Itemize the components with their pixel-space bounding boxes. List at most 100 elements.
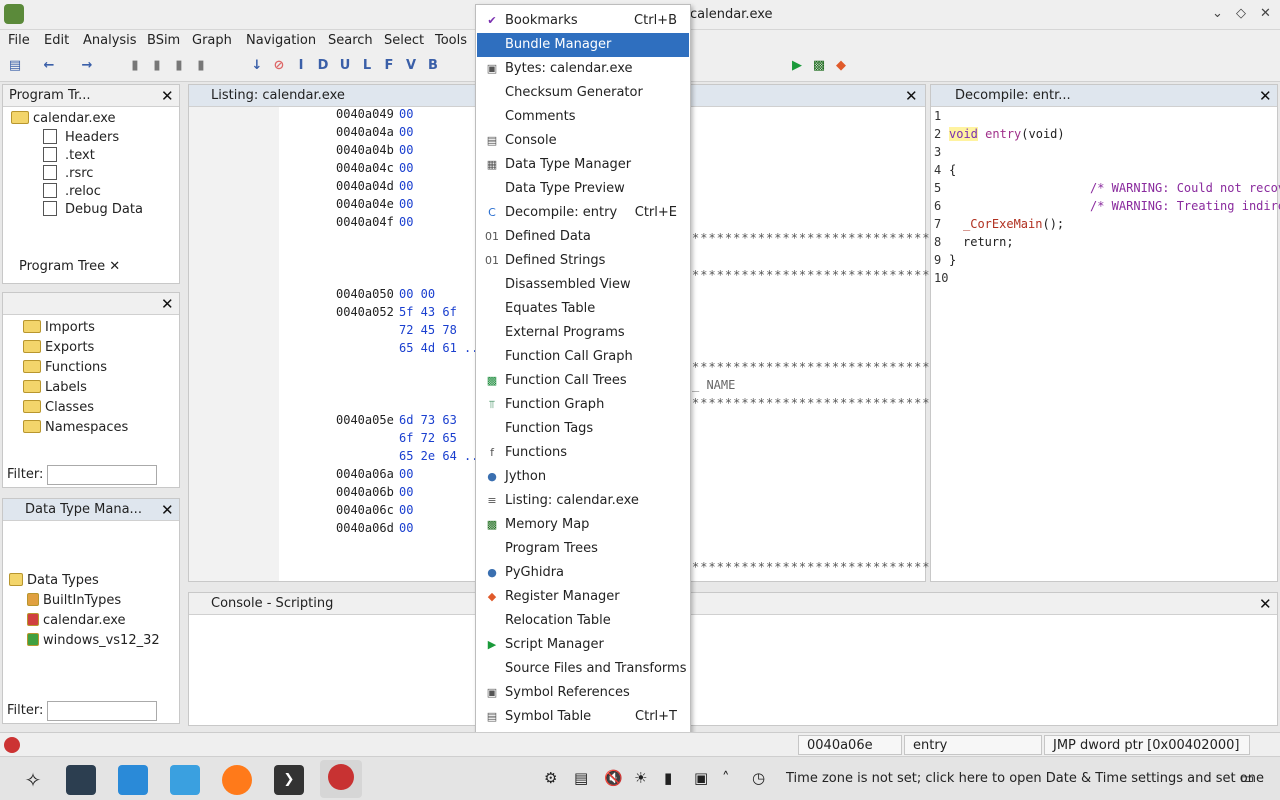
i-icon[interactable]: I [292,57,310,75]
menu-item-disassembled-view[interactable]: Disassembled View [477,273,689,297]
menu-item-function-graph[interactable]: ⫪ Function Graph [477,393,689,417]
f-icon[interactable]: F [380,57,398,75]
tree-item[interactable]: Debug Data [43,201,143,217]
tree-item[interactable]: .rsrc [43,165,93,181]
listing-bytes[interactable]: 72 45 78 [399,323,457,337]
close-icon[interactable]: ✕ [1260,6,1271,21]
listing-bytes[interactable]: 6d 73 63 [399,413,457,427]
menu-item-defined-strings[interactable]: 01 Defined Strings [477,249,689,273]
nav-icon[interactable]: ▮ [148,57,166,75]
listing-bytes[interactable]: 00 [399,125,413,139]
listing-address[interactable]: 0040a06d [336,521,394,535]
nav-icon[interactable]: ▮ [170,57,188,75]
close-icon[interactable]: ✕ [161,87,174,105]
nav-icon[interactable]: ▮ [192,57,210,75]
close-icon[interactable]: ✕ [161,501,174,519]
back-icon[interactable]: ← [40,57,58,75]
listing-address[interactable]: 0040a049 [336,107,394,121]
tree-item[interactable]: Functions [23,360,107,375]
tree-item[interactable]: Headers [43,129,119,145]
listing-bytes[interactable]: 00 [399,467,413,481]
menu-search[interactable]: Search [328,33,373,48]
menu-item-function-call-graph[interactable]: Function Call Graph [477,345,689,369]
tree-item[interactable]: Labels [23,380,87,395]
menu-analysis[interactable]: Analysis [83,33,137,48]
menu-item-memory-map[interactable]: ▩ Memory Map [477,513,689,537]
listing-address[interactable]: 0040a04e [336,197,394,211]
menu-item-symbol-table[interactable]: ▤ Symbol Table Ctrl+T [477,705,689,729]
listing-bytes[interactable]: 00 [399,161,413,175]
store-icon[interactable] [118,765,148,795]
menu-item-data-type-preview[interactable]: Data Type Preview [477,177,689,201]
show-desktop-icon[interactable]: ▭ [1240,769,1254,787]
network-icon[interactable]: ⚙ [544,769,557,787]
listing-address[interactable]: 0040a04d [336,179,394,193]
menu-item-data-type-manager[interactable]: ▦ Data Type Manager [477,153,689,177]
listing-address[interactable]: 0040a04b [336,143,394,157]
chevron-up-icon[interactable]: ˄ [722,769,730,787]
menu-item-bytes-calendar-exe[interactable]: ▣ Bytes: calendar.exe [477,57,689,81]
menu-item-comments[interactable]: Comments [477,105,689,129]
timezone-notice[interactable]: Time zone is not set; click here to open… [786,771,1264,786]
menu-select[interactable]: Select [384,33,424,48]
tree-item[interactable]: Imports [23,320,95,335]
listing-bytes[interactable]: 00 [399,503,413,517]
u-icon[interactable]: U [336,57,354,75]
menu-item-function-tags[interactable]: Function Tags [477,417,689,441]
listing-bytes[interactable]: 6f 72 65 [399,431,457,445]
menu-item-function-call-trees[interactable]: ▩ Function Call Trees [477,369,689,393]
menu-item-defined-data[interactable]: 01 Defined Data [477,225,689,249]
listing-address[interactable]: 0040a052 [336,305,394,319]
down-arrow-icon[interactable]: ↓ [248,57,266,75]
tree-root[interactable]: calendar.exe [11,111,116,126]
listing-bytes[interactable]: 00 [399,485,413,499]
tree-item[interactable]: Exports [23,340,94,355]
menu-item-listing-calendar-exe[interactable]: ≡ Listing: calendar.exe [477,489,689,513]
menu-item-bookmarks[interactable]: ✔ Bookmarks Ctrl+B [477,9,689,33]
app-launcher-icon[interactable]: ✧ [18,765,48,795]
memory-icon[interactable]: ▩ [810,57,828,75]
menu-graph[interactable]: Graph [192,33,232,48]
clipboard-icon[interactable]: ▤ [574,769,588,787]
listing-bytes[interactable]: 65 4d 61 ... [399,341,486,355]
listing-bytes[interactable]: 00 [399,143,413,157]
listing-bytes[interactable]: 00 [399,197,413,211]
menu-item-source-files-and-transforms[interactable]: Source Files and Transforms [477,657,689,681]
menu-item-register-manager[interactable]: ◆ Register Manager [477,585,689,609]
menu-navigation[interactable]: Navigation [246,33,316,48]
settings-icon[interactable] [66,765,96,795]
register-icon[interactable]: ◆ [832,57,850,75]
menu-item-program-trees[interactable]: Program Trees [477,537,689,561]
listing-address[interactable]: 0040a050 [336,287,394,301]
listing-bytes[interactable]: 00 [399,215,413,229]
usb-icon[interactable]: ▮ [664,769,672,787]
menu-item-relocation-table[interactable]: Relocation Table [477,609,689,633]
listing-bytes[interactable]: 00 00 [399,287,435,301]
menu-item-equates-table[interactable]: Equates Table [477,297,689,321]
b-icon[interactable]: B [424,57,442,75]
menu-item-checksum-generator[interactable]: Checksum Generator [477,81,689,105]
tab-program-tree[interactable]: Program Tree ✕ [19,259,120,274]
menu-item-decompile-entry[interactable]: C Decompile: entry Ctrl+E [477,201,689,225]
files-icon[interactable] [170,765,200,795]
close-icon[interactable]: ✕ [1259,87,1272,105]
menu-item-symbol-references[interactable]: ▣ Symbol References [477,681,689,705]
close-icon[interactable]: ✕ [905,87,918,105]
menu-bsim[interactable]: BSim [147,33,180,48]
menu-item-pyghidra[interactable]: ● PyGhidra [477,561,689,585]
tree-item[interactable]: calendar.exe [27,613,126,628]
listing-bytes[interactable]: 65 2e 64 ... [399,449,486,463]
menu-tools[interactable]: Tools [435,33,467,48]
listing-address[interactable]: 0040a06c [336,503,394,517]
menu-item-bundle-manager[interactable]: Bundle Manager [477,33,689,57]
listing-address[interactable]: 0040a04a [336,125,394,139]
save-icon[interactable]: ▤ [6,57,24,75]
brightness-icon[interactable]: ☀ [634,769,647,787]
tree-item[interactable]: BuiltInTypes [27,593,121,608]
decompile-signature[interactable]: void entry(void) [949,127,1065,141]
terminal-icon[interactable]: ❯ [274,765,304,795]
listing-bytes[interactable]: 5f 43 6f [399,305,457,319]
tree-item[interactable]: Namespaces [23,420,128,435]
filter-input[interactable] [47,465,157,485]
tree-item[interactable]: .reloc [43,183,101,199]
